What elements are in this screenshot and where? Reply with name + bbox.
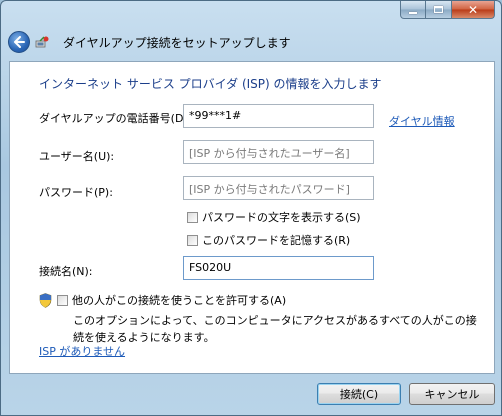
remember-password-label: このパスワードを記憶する(R): [202, 234, 351, 247]
minimize-button[interactable]: [400, 1, 426, 19]
allow-others-option[interactable]: 他の人がこの接続を使うことを許可する(A): [39, 292, 286, 308]
dialup-setup-window: ✕ ダイヤルアップ接続をセットアップします インターネット サービス プロバイダ…: [0, 0, 502, 416]
maximize-button[interactable]: [426, 1, 452, 19]
window-title: ダイヤルアップ接続をセットアップします: [63, 36, 291, 50]
back-button[interactable]: [8, 31, 30, 53]
allow-others-description: このオプションによって、このコンピュータにアクセスがあるすべての人がこの接続を使…: [73, 314, 477, 344]
username-input[interactable]: [ISP から付与されたユーザー名]: [183, 140, 374, 164]
dialup-connection-icon: [35, 36, 49, 48]
remember-password-option[interactable]: このパスワードを記憶する(R): [187, 232, 350, 248]
show-characters-checkbox[interactable]: [187, 211, 198, 223]
password-label: パスワード(P):: [39, 186, 113, 199]
connection-name-input[interactable]: FS020U: [183, 256, 374, 280]
wizard-header: ダイヤルアップ接続をセットアップします: [1, 23, 501, 61]
phone-label: ダイヤルアップの電話番号(D):: [39, 112, 192, 125]
uac-shield-icon: [39, 292, 52, 308]
caption-buttons: ✕: [400, 1, 495, 20]
no-isp-link[interactable]: ISP がありません: [39, 343, 125, 359]
password-input[interactable]: [ISP から付与されたパスワード]: [183, 176, 374, 200]
close-button[interactable]: ✕: [452, 1, 495, 19]
allow-others-checkbox[interactable]: [57, 294, 68, 306]
content-panel: インターネット サービス プロバイダ (ISP) の情報を入力します ダイヤルア…: [9, 61, 495, 374]
dialing-rules-link[interactable]: ダイヤル情報: [389, 113, 455, 129]
username-label: ユーザー名(U):: [39, 150, 115, 163]
minimize-icon: [409, 11, 417, 14]
maximize-icon: [434, 6, 443, 13]
remember-password-checkbox[interactable]: [187, 234, 198, 246]
allow-others-label: 他の人がこの接続を使うことを許可する(A): [72, 294, 287, 307]
back-arrow-icon: [14, 36, 25, 48]
phone-number-input[interactable]: *99***1#: [183, 104, 374, 128]
show-characters-label: パスワードの文字を表示する(S): [202, 211, 361, 224]
connect-button[interactable]: 接続(C): [317, 383, 401, 405]
cancel-button[interactable]: キャンセル: [409, 383, 495, 405]
show-characters-option[interactable]: パスワードの文字を表示する(S): [187, 209, 361, 225]
instruction-heading: インターネット サービス プロバイダ (ISP) の情報を入力します: [39, 77, 382, 91]
close-icon: ✕: [467, 2, 479, 17]
connection-name-label: 接続名(N):: [39, 265, 93, 278]
